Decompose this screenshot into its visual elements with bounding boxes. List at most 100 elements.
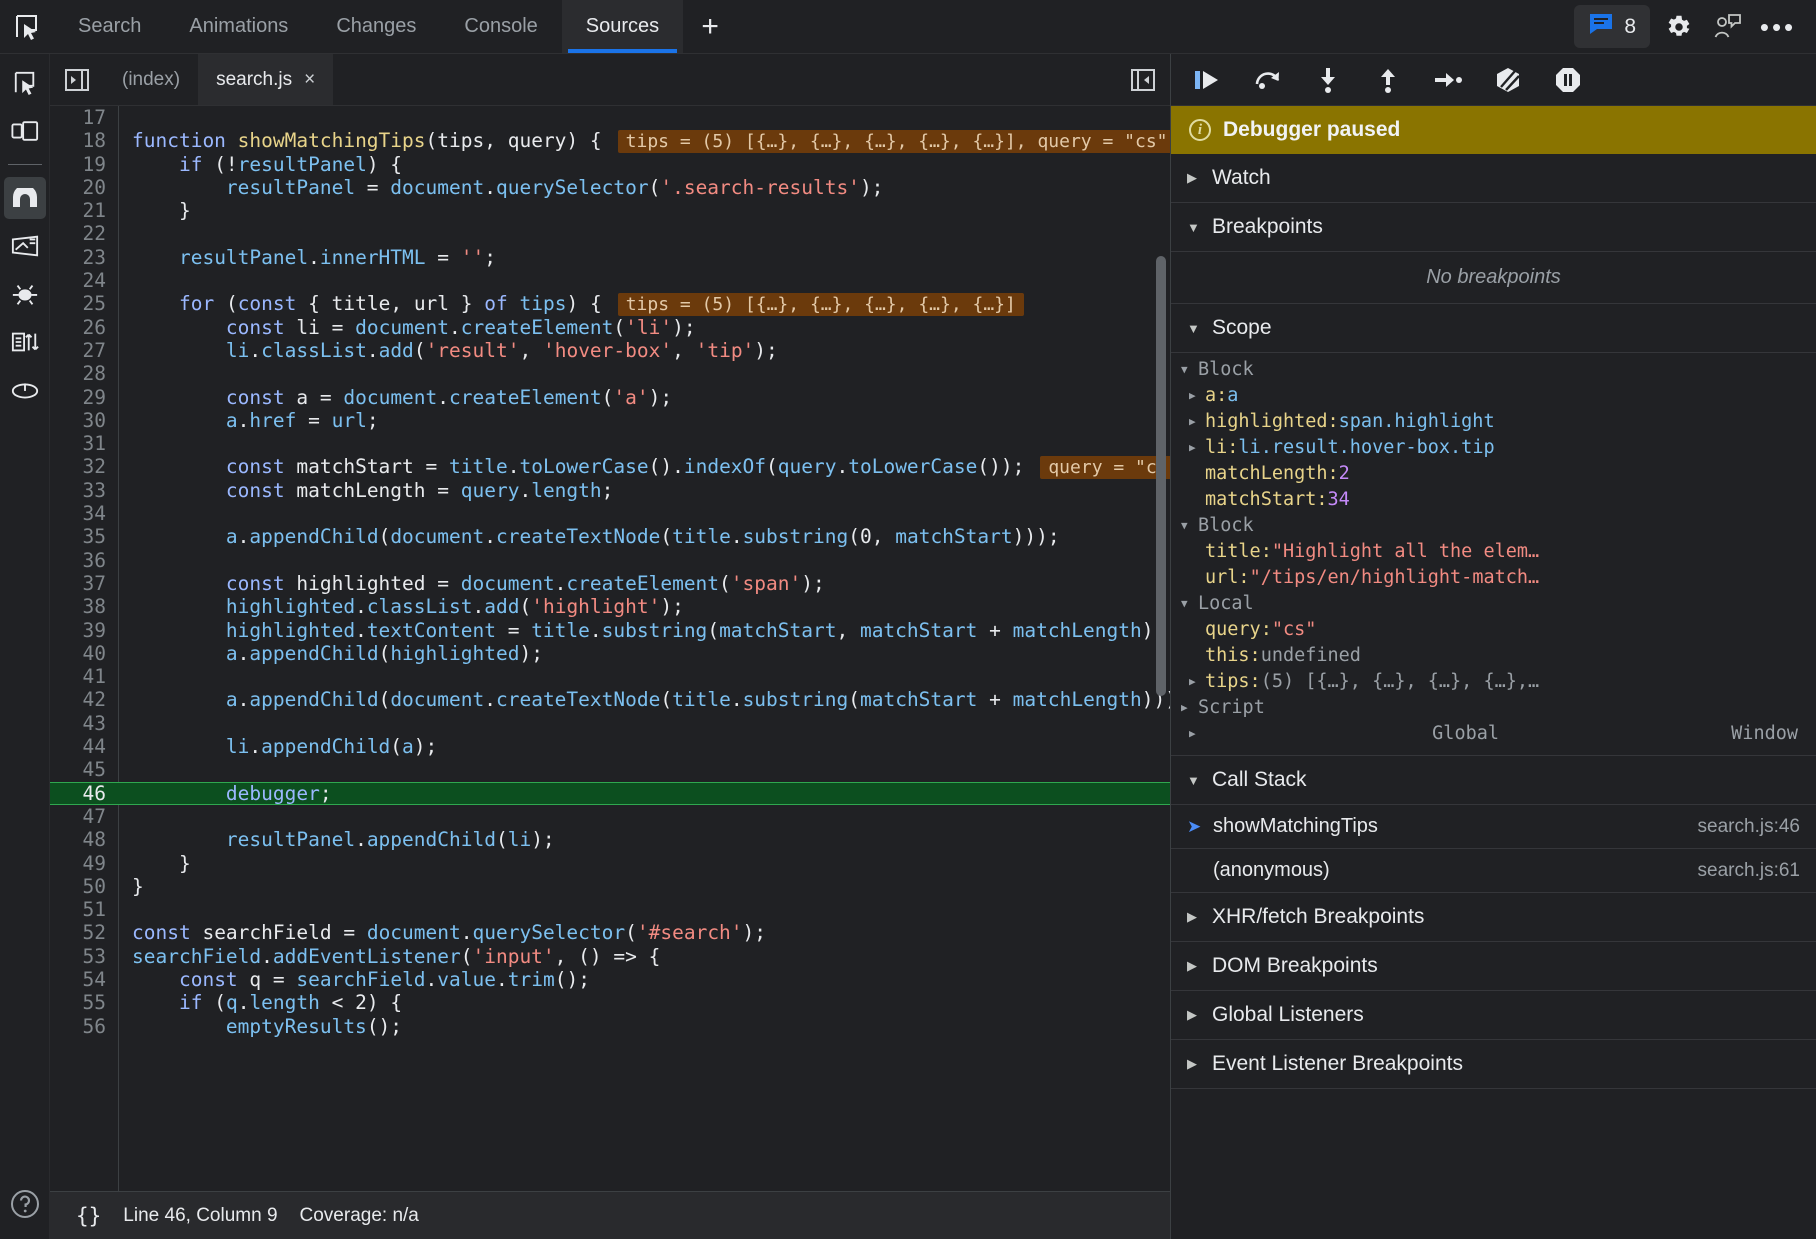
line-number[interactable]: 31 <box>50 432 118 455</box>
show-navigator-icon[interactable] <box>50 54 104 105</box>
line-number[interactable]: 19 <box>50 153 118 176</box>
tab-sources[interactable]: Sources <box>562 0 683 53</box>
section-global-listeners[interactable]: ▶ Global Listeners <box>1171 991 1816 1040</box>
show-debugger-icon[interactable] <box>1116 54 1170 105</box>
code-line[interactable]: 54 const q = searchField.value.trim(); <box>50 968 1170 991</box>
line-number[interactable]: 24 <box>50 269 118 292</box>
line-number[interactable]: 48 <box>50 828 118 851</box>
line-number[interactable]: 37 <box>50 572 118 595</box>
code-line[interactable]: 35 a.appendChild(document.createTextNode… <box>50 525 1170 548</box>
code-text[interactable]: if (!resultPanel) { <box>118 153 1170 176</box>
code-line[interactable]: 38 highlighted.classList.add('highlight'… <box>50 595 1170 618</box>
code-text[interactable]: li.appendChild(a); <box>118 735 1170 758</box>
file-tab-index[interactable]: (index) <box>104 54 198 105</box>
line-number[interactable]: 50 <box>50 875 118 898</box>
help-question-icon[interactable] <box>4 1183 46 1225</box>
scope-variable-row[interactable]: ▶tips: (5) [{…}, {…}, {…}, {…},… <box>1171 669 1816 695</box>
code-text[interactable]: const searchField = document.querySelect… <box>118 921 1170 944</box>
code-line[interactable]: 27 li.classList.add('result', 'hover-box… <box>50 339 1170 362</box>
code-text[interactable]: const li = document.createElement('li'); <box>118 316 1170 339</box>
line-number[interactable]: 43 <box>50 712 118 735</box>
pretty-print-braces-icon[interactable]: {} <box>76 1204 101 1228</box>
code-line[interactable]: 21 } <box>50 199 1170 222</box>
line-number[interactable]: 18 <box>50 129 118 152</box>
code-text[interactable]: resultPanel = document.querySelector('.s… <box>118 176 1170 199</box>
close-icon[interactable]: × <box>304 69 315 91</box>
code-line[interactable]: 55 if (q.length < 2) { <box>50 991 1170 1014</box>
line-number[interactable]: 23 <box>50 246 118 269</box>
code-text[interactable]: a.appendChild(document.createTextNode(ti… <box>118 525 1170 548</box>
code-line[interactable]: 19 if (!resultPanel) { <box>50 153 1170 176</box>
code-text[interactable]: const matchStart = title.toLowerCase().i… <box>118 455 1170 479</box>
code-line[interactable]: 17 <box>50 106 1170 129</box>
file-tab-search-js[interactable]: search.js × <box>198 54 333 105</box>
add-panel-button[interactable]: + <box>683 0 737 53</box>
code-line[interactable]: 36 <box>50 549 1170 572</box>
section-event-listener-breakpoints[interactable]: ▶ Event Listener Breakpoints <box>1171 1040 1816 1089</box>
line-number[interactable]: 53 <box>50 945 118 968</box>
code-line[interactable]: 22 <box>50 222 1170 245</box>
line-number[interactable]: 44 <box>50 735 118 758</box>
line-number[interactable]: 22 <box>50 222 118 245</box>
editor-scrollbar[interactable] <box>1156 256 1166 696</box>
line-number[interactable]: 49 <box>50 852 118 875</box>
section-call-stack[interactable]: ▼ Call Stack <box>1171 756 1816 805</box>
code-line-current[interactable]: 46 debugger; <box>50 782 1170 805</box>
code-line[interactable]: 26 const li = document.createElement('li… <box>50 316 1170 339</box>
code-lines[interactable]: 1718function showMatchingTips(tips, quer… <box>50 106 1170 1191</box>
code-text[interactable]: debugger; <box>118 782 1170 805</box>
section-scope[interactable]: ▼ Scope <box>1171 304 1816 353</box>
tab-console[interactable]: Console <box>440 0 561 53</box>
code-line[interactable]: 41 <box>50 665 1170 688</box>
line-number[interactable]: 56 <box>50 1015 118 1038</box>
scope-group-local[interactable]: ▼Local <box>1171 591 1816 617</box>
code-text[interactable]: searchField.addEventListener('input', ()… <box>118 945 1170 968</box>
gear-icon[interactable] <box>1656 5 1700 49</box>
code-line[interactable]: 25 for (const { title, url } of tips) {t… <box>50 292 1170 315</box>
line-number[interactable]: 36 <box>50 549 118 572</box>
inspect-cursor-icon[interactable] <box>0 0 54 53</box>
code-line[interactable]: 18function showMatchingTips(tips, query)… <box>50 129 1170 152</box>
home-icon[interactable] <box>4 177 46 219</box>
code-line[interactable]: 39 highlighted.textContent = title.subst… <box>50 619 1170 642</box>
scope-variable-row[interactable]: title: "Highlight all the elem… <box>1171 539 1816 565</box>
code-line[interactable]: 51 <box>50 898 1170 921</box>
code-line[interactable]: 32 const matchStart = title.toLowerCase(… <box>50 455 1170 478</box>
code-line[interactable]: 33 const matchLength = query.length; <box>50 479 1170 502</box>
line-number[interactable]: 55 <box>50 991 118 1014</box>
line-number[interactable]: 52 <box>50 921 118 944</box>
line-number[interactable]: 40 <box>50 642 118 665</box>
chevron-right-icon[interactable]: ▶ <box>1189 435 1205 461</box>
code-line[interactable]: 50} <box>50 875 1170 898</box>
line-number[interactable]: 17 <box>50 106 118 129</box>
code-text[interactable]: highlighted.textContent = title.substrin… <box>118 619 1170 642</box>
code-text[interactable]: const matchLength = query.length; <box>118 479 1170 502</box>
code-line[interactable]: 31 <box>50 432 1170 455</box>
code-editor[interactable]: 1718function showMatchingTips(tips, quer… <box>50 106 1170 1191</box>
line-number[interactable]: 27 <box>50 339 118 362</box>
line-number[interactable]: 54 <box>50 968 118 991</box>
code-line[interactable]: 53searchField.addEventListener('input', … <box>50 945 1170 968</box>
code-line[interactable]: 43 <box>50 712 1170 735</box>
tab-search[interactable]: Search <box>54 0 165 53</box>
inspect-element-icon[interactable] <box>4 62 46 104</box>
line-number[interactable]: 45 <box>50 758 118 781</box>
code-text[interactable]: a.href = url; <box>118 409 1170 432</box>
code-line[interactable]: 42 a.appendChild(document.createTextNode… <box>50 688 1170 711</box>
code-text[interactable]: resultPanel.innerHTML = ''; <box>118 246 1170 269</box>
deactivate-breakpoints-icon[interactable] <box>1485 60 1531 100</box>
code-text[interactable]: for (const { title, url } of tips) {tips… <box>118 292 1170 316</box>
code-text[interactable]: if (q.length < 2) { <box>118 991 1170 1014</box>
scope-variable-row[interactable]: query: "cs" <box>1171 617 1816 643</box>
code-line[interactable]: 40 a.appendChild(highlighted); <box>50 642 1170 665</box>
code-line[interactable]: 47 <box>50 805 1170 828</box>
section-xhr-breakpoints[interactable]: ▶ XHR/fetch Breakpoints <box>1171 893 1816 942</box>
code-text[interactable]: } <box>118 875 1170 898</box>
step-over-icon[interactable] <box>1245 60 1291 100</box>
bug-icon[interactable] <box>4 273 46 315</box>
line-number[interactable]: 38 <box>50 595 118 618</box>
network-sort-icon[interactable] <box>4 321 46 363</box>
step-out-icon[interactable] <box>1365 60 1411 100</box>
line-number[interactable]: 26 <box>50 316 118 339</box>
code-line[interactable]: 30 a.href = url; <box>50 409 1170 432</box>
